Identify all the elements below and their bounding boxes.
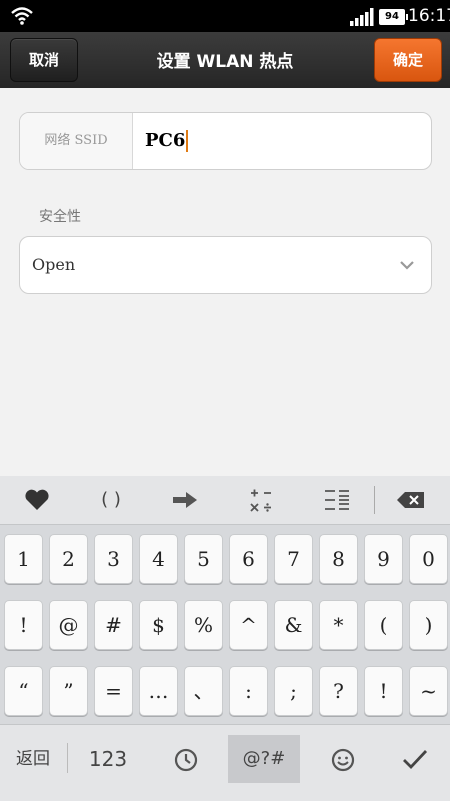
text-cursor [186,130,189,152]
key[interactable]: % [184,600,223,650]
ssid-field[interactable]: 网络 SSID PC6 [19,112,432,170]
security-value: Open [32,255,76,274]
ssid-value: PC6 [145,130,186,151]
keyboard-toolbar: ( ) [0,476,450,525]
key[interactable]: 9 [364,534,403,584]
emoji-icon[interactable] [318,735,368,783]
key[interactable]: 2 [49,534,88,584]
wifi-icon [11,7,33,25]
key[interactable]: 6 [229,534,268,584]
heart-icon[interactable] [12,476,62,524]
keyboard: ( ) 1 2 3 4 5 6 7 8 9 0 ! @ # $ % ^ & * … [0,476,450,801]
chevron-down-icon [400,261,414,270]
key[interactable]: ~ [409,666,448,716]
key[interactable]: ) [409,600,448,650]
parentheses-key[interactable]: ( ) [86,476,136,524]
key[interactable]: 0 [409,534,448,584]
key[interactable]: “ [4,666,43,716]
key[interactable]: 、 [184,666,223,716]
key[interactable]: 7 [274,534,313,584]
key[interactable]: 8 [319,534,358,584]
symbols-key[interactable]: @?# [228,735,300,783]
clock-icon[interactable] [160,735,212,783]
key[interactable]: ! [364,666,403,716]
clock: 16:17 [408,6,450,26]
key[interactable]: = [94,666,133,716]
backspace-icon[interactable] [386,476,436,524]
title-bar: 取消 设置 WLAN 热点 确定 [0,32,450,88]
numeric-key[interactable]: 123 [72,735,144,783]
text-layout-icon[interactable] [312,476,362,524]
key[interactable]: : [229,666,268,716]
key[interactable]: ; [274,666,313,716]
key[interactable]: ? [319,666,358,716]
key[interactable]: $ [139,600,178,650]
key[interactable]: ( [364,600,403,650]
arrow-right-icon[interactable] [160,476,210,524]
keyboard-bottom-bar: 返回 123 @?# [0,724,450,801]
key[interactable]: # [94,600,133,650]
toolbar-divider [374,486,375,514]
battery-indicator: 94 [379,9,408,25]
checkmark-icon[interactable] [390,735,440,783]
status-bar: 94 16:17 [0,0,450,32]
ssid-input[interactable]: PC6 [145,113,189,169]
security-select[interactable]: Open [19,236,432,294]
key[interactable]: @ [49,600,88,650]
key[interactable]: * [319,600,358,650]
key[interactable]: … [139,666,178,716]
confirm-button[interactable]: 确定 [374,38,442,82]
key[interactable]: 1 [4,534,43,584]
key[interactable]: 4 [139,534,178,584]
key[interactable]: & [274,600,313,650]
key[interactable]: ! [4,600,43,650]
ssid-label: 网络 SSID [20,113,133,169]
key[interactable]: ^ [229,600,268,650]
security-label: 安全性 [39,209,81,225]
back-key[interactable]: 返回 [0,735,66,783]
signal-icon [350,8,374,26]
key[interactable]: ” [49,666,88,716]
math-operators-icon[interactable] [236,476,286,524]
key[interactable]: 3 [94,534,133,584]
bottom-divider [67,743,68,773]
key[interactable]: 5 [184,534,223,584]
